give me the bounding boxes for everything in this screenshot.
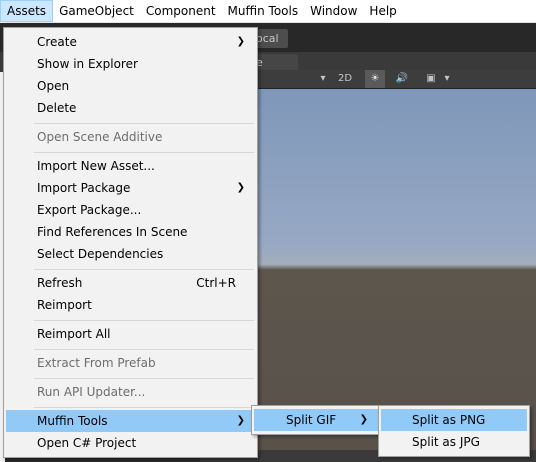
muffin-tools-submenu: Split GIF ❯	[251, 405, 381, 435]
menu-item-import-package[interactable]: Import Package ❯	[6, 177, 255, 199]
menu-item-label: Reimport	[37, 298, 92, 312]
lighting-toggle-icon[interactable]: ☀	[365, 70, 385, 88]
menu-item-label: Split as PNG	[412, 413, 486, 427]
menu-item-shortcut: Ctrl+R	[196, 276, 236, 290]
menu-item-open-csharp-project[interactable]: Open C# Project	[6, 432, 255, 454]
menu-item-show-in-explorer[interactable]: Show in Explorer	[6, 53, 255, 75]
menubar-window[interactable]: Window	[304, 0, 363, 22]
menubar-gameobject[interactable]: GameObject	[53, 0, 140, 22]
menu-item-split-gif[interactable]: Split GIF ❯	[254, 409, 378, 431]
menu-item-split-as-png[interactable]: Split as PNG	[381, 409, 527, 431]
menu-item-refresh[interactable]: Refresh Ctrl+R	[6, 272, 255, 294]
menu-item-label: Delete	[37, 101, 77, 115]
scene-view-toolbar: ▾ 2D ☀ 🔊 ▣ ▾	[256, 70, 536, 89]
menu-item-export-package[interactable]: Export Package...	[6, 199, 255, 221]
menu-separator	[34, 378, 254, 379]
menu-item-run-api-updater: Run API Updater...	[6, 381, 255, 403]
chevron-down-icon[interactable]: ▾	[318, 70, 328, 88]
menubar-assets[interactable]: Assets	[0, 0, 54, 22]
menu-item-label: Refresh	[37, 276, 83, 290]
menu-item-label: Export Package...	[37, 203, 142, 217]
menu-item-label: Split GIF	[286, 413, 337, 427]
menu-item-split-as-jpg[interactable]: Split as JPG	[381, 431, 527, 453]
menu-separator	[34, 349, 254, 350]
menubar-help[interactable]: Help	[363, 0, 402, 22]
toggle-2d-button[interactable]: 2D	[334, 70, 356, 88]
menu-item-label: Open Scene Additive	[37, 130, 163, 144]
menu-item-label: Extract From Prefab	[37, 356, 156, 370]
menu-item-find-references[interactable]: Find References In Scene	[6, 221, 255, 243]
menu-item-import-new-asset[interactable]: Import New Asset...	[6, 155, 255, 177]
effects-toggle-icon[interactable]: ▣	[422, 70, 440, 88]
menu-item-select-dependencies[interactable]: Select Dependencies	[6, 243, 255, 265]
menu-item-label: Select Dependencies	[37, 247, 164, 261]
menu-item-label: Reimport All	[37, 327, 111, 341]
menu-item-label: Muffin Tools	[37, 414, 108, 428]
menubar-muffin-tools[interactable]: Muffin Tools	[222, 0, 305, 22]
split-gif-submenu: Split as PNG Split as JPG	[378, 405, 530, 457]
menu-item-delete[interactable]: Delete	[6, 97, 255, 119]
chevron-right-icon: ❯	[236, 415, 245, 426]
menu-item-label: Open C# Project	[37, 436, 137, 450]
menu-item-extract-from-prefab: Extract From Prefab	[6, 352, 255, 374]
menu-item-muffin-tools[interactable]: Muffin Tools ❯	[6, 410, 255, 432]
menubar-component[interactable]: Component	[140, 0, 222, 22]
menu-item-label: Create	[37, 35, 77, 49]
menu-item-label: Split as JPG	[412, 435, 480, 449]
menu-bar: Assets GameObject Component Muffin Tools…	[0, 0, 536, 23]
menu-item-reimport[interactable]: Reimport	[6, 294, 255, 316]
chevron-right-icon: ❯	[359, 414, 368, 425]
menu-separator	[34, 269, 254, 270]
menu-item-reimport-all[interactable]: Reimport All	[6, 323, 255, 345]
chevron-right-icon: ❯	[236, 36, 245, 47]
menu-item-label: Open	[37, 79, 70, 93]
chevron-right-icon: ❯	[236, 182, 245, 193]
menu-separator	[34, 407, 254, 408]
menu-item-label: Import Package	[37, 181, 131, 195]
chevron-down-icon[interactable]: ▾	[442, 70, 452, 88]
menu-item-open[interactable]: Open	[6, 75, 255, 97]
menu-item-create[interactable]: Create ❯	[6, 31, 255, 53]
menu-item-label: Show in Explorer	[37, 57, 138, 71]
menu-item-label: Run API Updater...	[37, 385, 146, 399]
menu-separator	[34, 152, 254, 153]
audio-toggle-icon[interactable]: 🔊	[390, 70, 414, 88]
menu-item-label: Find References In Scene	[37, 225, 188, 239]
menu-item-label: Import New Asset...	[37, 159, 155, 173]
assets-menu: Create ❯ Show in Explorer Open Delete Op…	[3, 27, 258, 458]
menu-separator	[34, 123, 254, 124]
menu-item-open-scene-additive: Open Scene Additive	[6, 126, 255, 148]
menu-separator	[34, 320, 254, 321]
